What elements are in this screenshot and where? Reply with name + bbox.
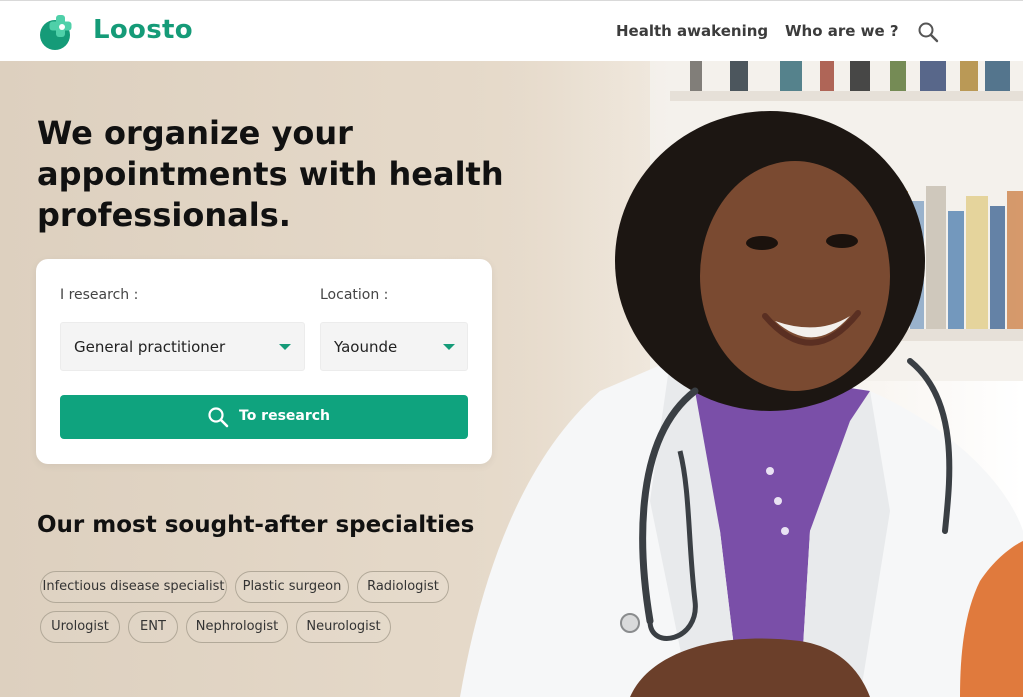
chevron-down-icon (279, 344, 291, 350)
chip-radiologist[interactable]: Radiologist (357, 571, 449, 603)
doctor-photo (440, 61, 1023, 697)
chip-plastic-surgeon[interactable]: Plastic surgeon (235, 571, 349, 603)
hero-section: We organize your appointments with healt… (0, 61, 1023, 697)
research-label: I research : (60, 287, 139, 303)
specialty-select-value: General practitioner (74, 338, 226, 356)
chip-infectious-disease-specialist[interactable]: Infectious disease specialist (40, 571, 227, 603)
search-card: I research : Location : General practiti… (36, 259, 492, 464)
location-label: Location : (320, 287, 389, 303)
chip-ent[interactable]: ENT (128, 611, 178, 643)
specialty-select[interactable]: General practitioner (60, 322, 305, 371)
chip-neurologist[interactable]: Neurologist (296, 611, 391, 643)
brand-name[interactable]: Loosto (93, 15, 193, 45)
chip-nephrologist[interactable]: Nephrologist (186, 611, 288, 643)
nav-who-are-we[interactable]: Who are we ? (785, 22, 899, 40)
site-header: Loosto Health awakening Who are we ? (0, 0, 1023, 61)
chip-urologist[interactable]: Urologist (40, 611, 120, 643)
to-research-button[interactable]: To research (60, 395, 468, 439)
location-select-value: Yaounde (334, 338, 398, 356)
loosto-logo-icon[interactable] (36, 11, 76, 51)
search-icon (208, 407, 229, 428)
nav-health-awakening[interactable]: Health awakening (616, 22, 768, 40)
location-select[interactable]: Yaounde (320, 322, 468, 371)
to-research-label: To research (239, 408, 331, 424)
specialties-title: Our most sought-after specialties (37, 512, 475, 538)
hero-headline: We organize your appointments with healt… (37, 114, 504, 234)
search-icon[interactable] (917, 21, 939, 43)
chevron-down-icon (443, 344, 455, 350)
